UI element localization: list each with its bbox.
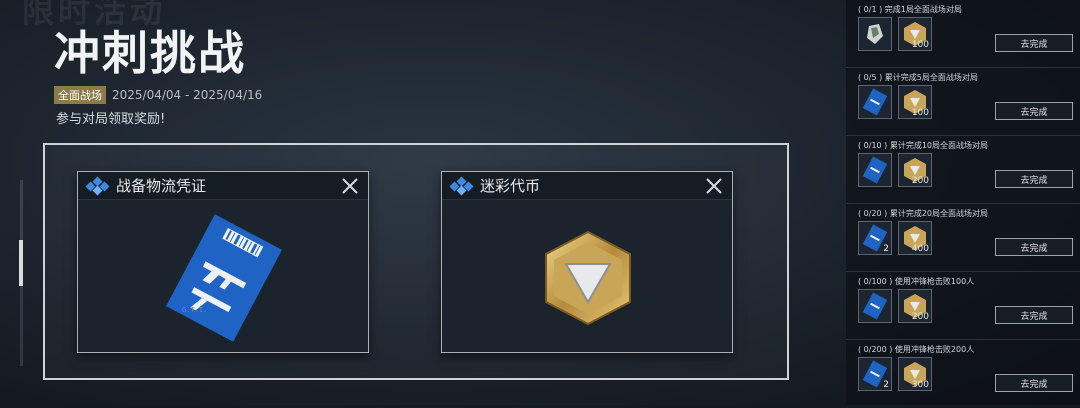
camo-token-icon[interactable]: 100 (898, 17, 932, 51)
task-label: ( 0/200 ) 使用冲锋枪击败200人 (858, 345, 975, 354)
camo-token-icon[interactable]: 400 (898, 221, 932, 255)
card-title: 迷彩代币 (480, 177, 541, 195)
card-title: 战备物流凭证 (116, 177, 207, 195)
gti-ticket-icon[interactable] (858, 153, 892, 187)
task-label: ( 0/20 ) 累计完成20局全面战场对局 (858, 209, 989, 218)
go-complete-button[interactable]: 去完成 (995, 238, 1073, 256)
svg-text:G.T.I.: G.T.I. (182, 306, 207, 314)
task-panel: ( 0/1 ) 完成1局全面战场对局 100 去完成 ( 0/5 ) 累计完成5… (846, 0, 1080, 405)
camo-token-icon[interactable]: 300 (898, 357, 932, 391)
camo-token-icon (545, 230, 631, 326)
task-row: ( 0/10 ) 累计完成10局全面战场对局 200 去完成 (846, 136, 1080, 204)
go-complete-button[interactable]: 去完成 (995, 170, 1073, 188)
reward-card-logistics-voucher: 战备物流凭证 G.T.I. (77, 171, 369, 353)
event-meta: 全面战场 2025/04/04 - 2025/04/16 (54, 86, 262, 104)
task-label: ( 0/100 ) 使用冲锋枪击败100人 (858, 277, 975, 286)
gti-ticket-icon[interactable]: 2 (858, 221, 892, 255)
go-complete-button[interactable]: 去完成 (995, 34, 1073, 52)
task-label: ( 0/5 ) 累计完成5局全面战场对局 (858, 73, 978, 82)
go-complete-button[interactable]: 去完成 (995, 306, 1073, 324)
task-row: ( 0/20 ) 累计完成20局全面战场对局 2 400 去完成 (846, 204, 1080, 272)
task-label: ( 0/10 ) 累计完成10局全面战场对局 (858, 141, 989, 150)
task-row: ( 0/100 ) 使用冲锋枪击败100人 200 去完成 (846, 272, 1080, 340)
task-row: ( 0/1 ) 完成1局全面战场对局 100 去完成 (846, 0, 1080, 68)
diamond-logo-icon (85, 176, 110, 195)
camo-token-icon[interactable]: 100 (898, 85, 932, 119)
event-description: 参与对局领取奖励! (56, 112, 166, 127)
mode-badge: 全面战场 (54, 86, 106, 104)
task-label: ( 0/1 ) 完成1局全面战场对局 (858, 5, 962, 14)
task-row: ( 0/200 ) 使用冲锋枪击败200人 2 300 去完成 (846, 340, 1080, 408)
camo-token-icon[interactable]: 200 (898, 153, 932, 187)
close-icon[interactable] (704, 176, 724, 196)
event-dates: 2025/04/04 - 2025/04/16 (112, 88, 263, 102)
card-body (442, 200, 732, 353)
diamond-logo-icon (449, 176, 474, 195)
gti-ticket-icon[interactable]: 2 (858, 357, 892, 391)
card-header: 迷彩代币 (442, 172, 732, 200)
camo-token-icon[interactable]: 200 (898, 289, 932, 323)
card-body: G.T.I. (78, 200, 368, 353)
gti-ticket-icon[interactable] (858, 85, 892, 119)
gti-ticket-icon: G.T.I. (166, 214, 282, 342)
card-header: 战备物流凭证 (78, 172, 368, 200)
task-row: ( 0/5 ) 累计完成5局全面战场对局 100 去完成 (846, 68, 1080, 136)
gti-ticket-icon[interactable] (858, 289, 892, 323)
go-complete-button[interactable]: 去完成 (995, 102, 1073, 120)
gloves-icon[interactable] (858, 17, 892, 51)
go-complete-button[interactable]: 去完成 (995, 374, 1073, 392)
reward-card-camo-token: 迷彩代币 (441, 171, 733, 353)
close-icon[interactable] (340, 176, 360, 196)
event-title: 冲刺挑战 (54, 26, 246, 80)
event-screen: 限时活动 冲刺挑战 全面战场 2025/04/04 - 2025/04/16 参… (0, 0, 1080, 405)
